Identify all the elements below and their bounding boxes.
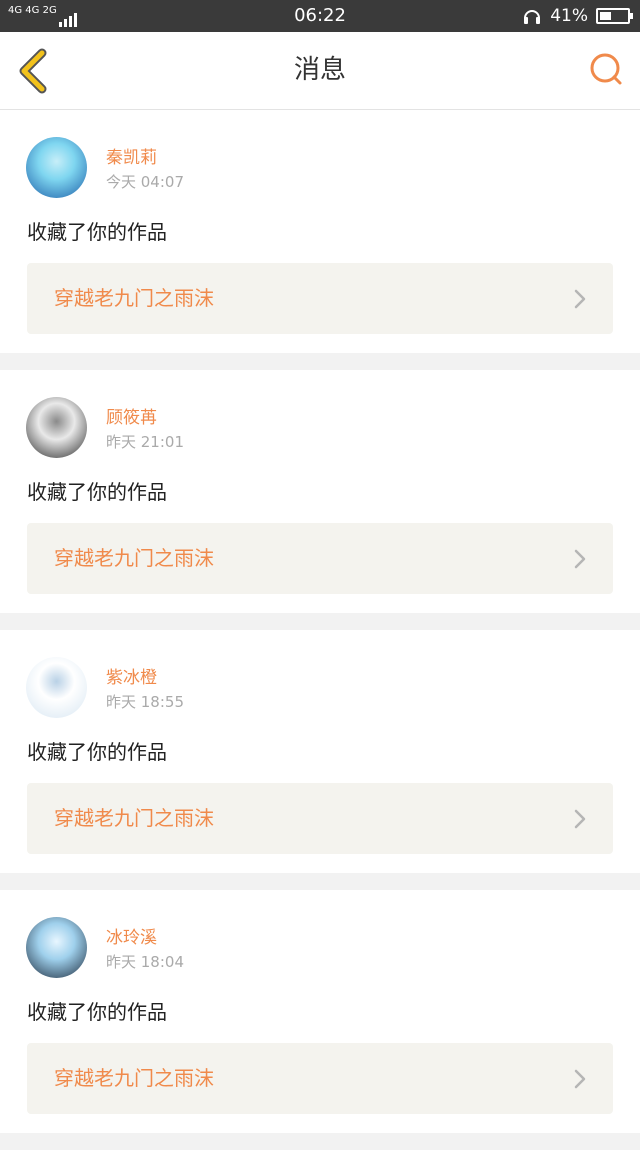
work-title: 穿越老九门之雨沫 (54, 806, 214, 830)
timestamp: 昨天 18:04 (106, 953, 184, 971)
action-text: 收藏了你的作品 (27, 480, 167, 504)
username[interactable]: 秦凯莉 (106, 143, 157, 168)
avatar[interactable] (26, 917, 87, 978)
timestamp: 今天 04:07 (106, 173, 184, 191)
username[interactable]: 紫冰橙 (106, 663, 157, 688)
timestamp: 昨天 21:01 (106, 433, 184, 451)
avatar[interactable] (26, 397, 87, 458)
headphones-icon (524, 10, 541, 24)
work-title: 穿越老九门之雨沫 (54, 1066, 214, 1090)
message-card: 秦凯莉 今天 04:07 收藏了你的作品 穿越老九门之雨沫 (0, 110, 640, 353)
battery-level (600, 12, 611, 20)
message-card: 紫冰橙 昨天 18:55 收藏了你的作品 穿越老九门之雨沫 (0, 630, 640, 873)
chevron-right-icon (574, 549, 586, 569)
work-link[interactable]: 穿越老九门之雨沫 (27, 1043, 613, 1114)
header-bar: 消息 (0, 32, 640, 110)
message-card: 冰玲溪 昨天 18:04 收藏了你的作品 穿越老九门之雨沫 (0, 890, 640, 1133)
work-title: 穿越老九门之雨沫 (54, 286, 214, 310)
message-list: 秦凯莉 今天 04:07 收藏了你的作品 穿越老九门之雨沫 顾筱苒 昨天 21:… (0, 110, 640, 1150)
action-text: 收藏了你的作品 (27, 740, 167, 764)
battery-percent: 41% (550, 6, 588, 26)
username[interactable]: 顾筱苒 (106, 403, 157, 428)
search-icon (590, 53, 622, 85)
work-title: 穿越老九门之雨沫 (54, 546, 214, 570)
action-text: 收藏了你的作品 (27, 1000, 167, 1024)
page-title: 消息 (293, 55, 346, 85)
chevron-right-icon (574, 289, 586, 309)
search-button[interactable] (586, 50, 626, 90)
action-text: 收藏了你的作品 (27, 220, 167, 244)
status-bar: 4G 4G 2G 06:22 41% (0, 0, 640, 32)
message-card: 顾筱苒 昨天 21:01 收藏了你的作品 穿越老九门之雨沫 (0, 370, 640, 613)
avatar[interactable] (26, 657, 87, 718)
chevron-right-icon (574, 1069, 586, 1089)
work-link[interactable]: 穿越老九门之雨沫 (27, 263, 613, 334)
work-link[interactable]: 穿越老九门之雨沫 (27, 783, 613, 854)
timestamp: 昨天 18:55 (106, 693, 184, 711)
username[interactable]: 冰玲溪 (106, 923, 157, 948)
battery-icon (596, 8, 633, 24)
avatar[interactable] (26, 137, 87, 198)
work-link[interactable]: 穿越老九门之雨沫 (27, 523, 613, 594)
chevron-right-icon (574, 809, 586, 829)
